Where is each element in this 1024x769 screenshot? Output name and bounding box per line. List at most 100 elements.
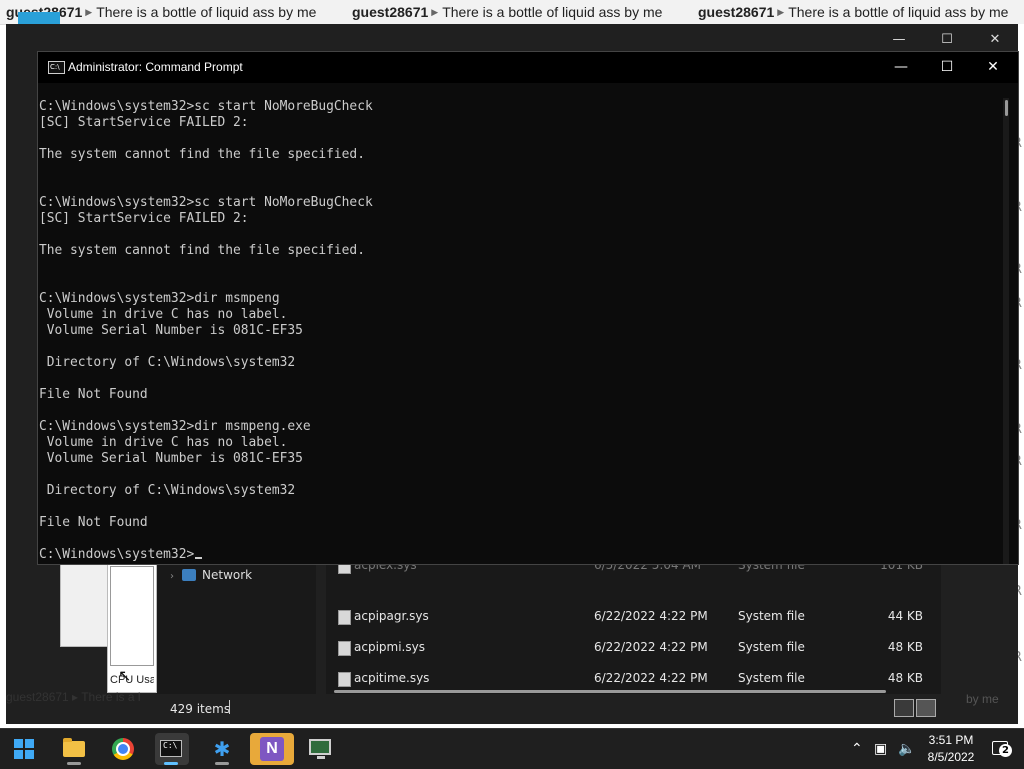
console-output[interactable]: C:\Windows\system32>sc start NoMoreBugCh… — [39, 99, 999, 564]
cmd-titlebar[interactable]: C:\ Administrator: Command Prompt — ☐ ✕ — [38, 52, 1018, 83]
background-text: guest28671 ▸ There is a l — [6, 690, 141, 704]
arrow-icon: ▶ — [431, 8, 439, 18]
console-line: File Not Found — [39, 515, 148, 530]
navigation-pane: › Network — [156, 561, 316, 695]
file-icon — [338, 641, 351, 656]
console-line: The system cannot find the file specifie… — [39, 243, 365, 258]
taskbar: C:\ ✱ N ⌃ ▣ 🔈 3:51 PM 8/5/2022 2 — [0, 728, 1024, 769]
file-row[interactable]: acpipagr.sys 6/22/2022 4:22 PM System fi… — [326, 602, 941, 632]
minimize-button[interactable]: — — [878, 52, 924, 83]
file-row[interactable]: acpipmi.sys 6/22/2022 4:22 PM System fil… — [326, 633, 941, 663]
taskbar-remote-desktop[interactable] — [304, 733, 336, 765]
blue-chip — [18, 12, 60, 24]
chrome-icon — [112, 738, 134, 760]
console-line: [SC] StartService FAILED 2: — [39, 115, 249, 130]
puzzle-icon: ✱ — [213, 737, 231, 761]
vertical-scrollbar[interactable] — [1003, 98, 1009, 564]
file-type: System file — [738, 671, 805, 685]
notification-center-button[interactable]: 2 — [992, 739, 1012, 757]
maximize-button[interactable]: ☐ — [924, 52, 970, 83]
network-status-icon[interactable]: ▣ — [874, 740, 887, 757]
console-line: Volume Serial Number is 081C-EF35 — [39, 323, 303, 338]
network-icon — [182, 569, 196, 581]
console-line: C:\Windows\system32>sc start NoMoreBugCh… — [39, 99, 373, 114]
text-cursor-icon — [195, 557, 203, 559]
console-line: C:\Windows\system32> — [39, 547, 999, 563]
command-prompt-window[interactable]: C:\ Administrator: Command Prompt — ☐ ✕ … — [38, 52, 1018, 564]
taskbar-visual-studio[interactable]: N — [250, 733, 294, 765]
large-icons-view-icon[interactable] — [916, 699, 936, 717]
chevron-right-icon[interactable]: › — [170, 571, 174, 582]
close-button[interactable]: ✕ — [970, 52, 1016, 83]
file-name: acpitime.sys — [354, 671, 430, 685]
file-icon — [338, 672, 351, 687]
nav-item-network[interactable]: › Network — [170, 568, 252, 582]
console-line: [SC] StartService FAILED 2: — [39, 211, 249, 226]
scrollbar-thumb[interactable] — [1005, 100, 1008, 116]
file-name: acpipmi.sys — [354, 640, 425, 654]
arrow-icon: ▶ — [85, 8, 93, 18]
file-size: 48 KB — [887, 640, 923, 654]
console-line: Volume Serial Number is 081C-EF35 — [39, 451, 303, 466]
details-view-icon[interactable] — [894, 699, 914, 717]
cpu-graph — [110, 566, 154, 666]
console-line: File Not Found — [39, 387, 148, 402]
taskbar-command-prompt[interactable]: C:\ — [155, 733, 189, 765]
file-type: System file — [738, 609, 805, 623]
chat-username: guest28671 — [352, 4, 429, 20]
minimize-icon[interactable]: — — [876, 29, 922, 51]
file-size: 44 KB — [887, 609, 923, 623]
clock-date: 8/5/2022 — [927, 750, 975, 764]
file-date: 6/22/2022 4:22 PM — [594, 640, 708, 654]
start-button[interactable] — [8, 733, 40, 765]
divider — [229, 700, 230, 714]
console-line: Directory of C:\Windows\system32 — [39, 355, 296, 370]
taskbar-puzzle-app[interactable]: ✱ — [206, 733, 238, 765]
file-type: System file — [738, 640, 805, 654]
cmd-app-icon: C:\ — [48, 61, 65, 74]
nav-network-label: Network — [202, 568, 253, 582]
console-line: The system cannot find the file specifie… — [39, 147, 365, 162]
file-date: 6/22/2022 4:22 PM — [594, 671, 708, 685]
background-text: by me — [966, 692, 999, 706]
monitor-icon — [309, 739, 331, 759]
chevron-up-icon[interactable]: ⌃ — [851, 740, 863, 757]
mouse-cursor-icon: ↖ — [118, 666, 132, 685]
running-indicator — [67, 762, 81, 765]
clock-time: 3:51 PM — [928, 733, 974, 747]
file-size: 48 KB — [887, 671, 923, 685]
taskbar-file-explorer[interactable] — [58, 733, 90, 765]
file-date: 6/22/2022 4:22 PM — [594, 609, 708, 623]
volume-icon[interactable]: 🔈 — [898, 740, 915, 757]
arrow-icon: ▶ — [777, 8, 785, 18]
taskbar-chrome[interactable] — [107, 733, 139, 765]
item-count: 429 items — [170, 702, 231, 716]
terminal-icon: C:\ — [160, 740, 182, 757]
cpu-usage-label: CPU Usage — [110, 674, 154, 686]
close-icon[interactable]: ✕ — [972, 29, 1018, 51]
folder-icon — [63, 738, 85, 757]
console-line: C:\Windows\system32>dir msmpeng.exe — [39, 419, 311, 434]
windows-logo-icon — [14, 739, 34, 759]
chat-text: There is a bottle of liquid ass by me — [788, 4, 1009, 20]
file-icon — [338, 610, 351, 625]
clock[interactable]: 3:51 PM 8/5/2022 — [918, 732, 984, 766]
chat-text: There is a bottle of liquid ass by me — [442, 4, 663, 20]
maximize-icon[interactable]: ☐ — [924, 29, 970, 51]
chat-message: guest28671▶There is a bottle of liquid a… — [352, 4, 662, 21]
horizontal-scrollbar[interactable] — [334, 690, 886, 693]
task-manager-panel — [60, 563, 112, 647]
window-title: Administrator: Command Prompt — [68, 60, 243, 74]
